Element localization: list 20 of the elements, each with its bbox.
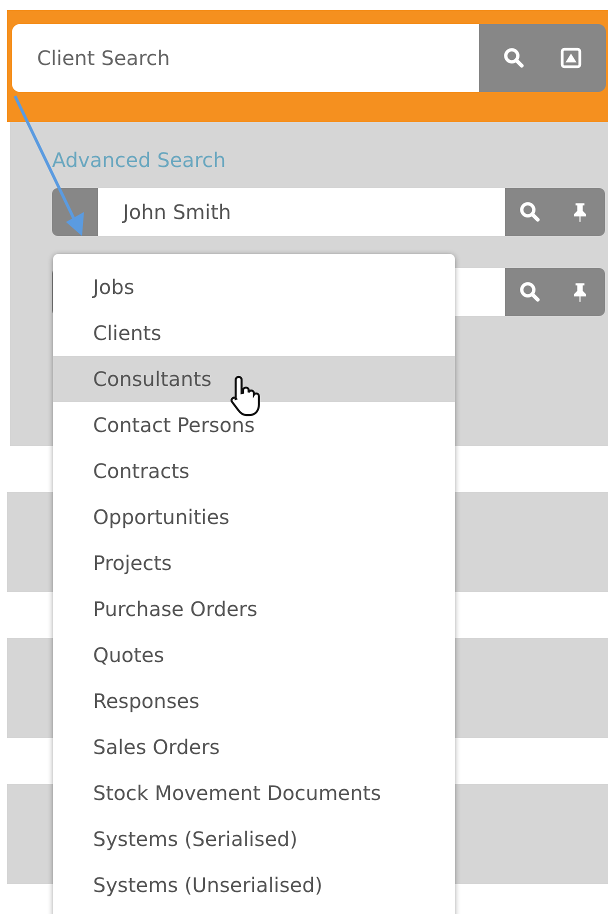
client-search-field[interactable]: Client Search <box>12 24 479 92</box>
menu-item[interactable]: Responses <box>53 678 455 724</box>
menu-item[interactable]: Contracts <box>53 448 455 494</box>
search-icon[interactable] <box>519 201 541 223</box>
menu-item[interactable]: Consultants <box>53 356 455 402</box>
menu-item[interactable]: Systems (Unserialised) <box>53 862 455 908</box>
menu-item[interactable]: Jobs <box>53 264 455 310</box>
menu-item[interactable]: Sales Orders <box>53 724 455 770</box>
search-icon[interactable] <box>519 281 541 303</box>
collapse-icon[interactable] <box>560 47 582 69</box>
search-icon[interactable] <box>502 47 525 69</box>
menu-item[interactable]: Quotes <box>53 632 455 678</box>
menu-item[interactable]: Systems (Serialised) <box>53 816 455 862</box>
search-field[interactable]: John Smith <box>98 188 505 236</box>
menu-item[interactable]: Stock Movement Documents <box>53 770 455 816</box>
menu-item[interactable]: Contact Persons <box>53 402 455 448</box>
menu-item[interactable]: Clients <box>53 310 455 356</box>
menu-item[interactable]: Projects <box>53 540 455 586</box>
menu-item[interactable]: Opportunities <box>53 494 455 540</box>
menu-item[interactable]: Purchase Orders <box>53 586 455 632</box>
